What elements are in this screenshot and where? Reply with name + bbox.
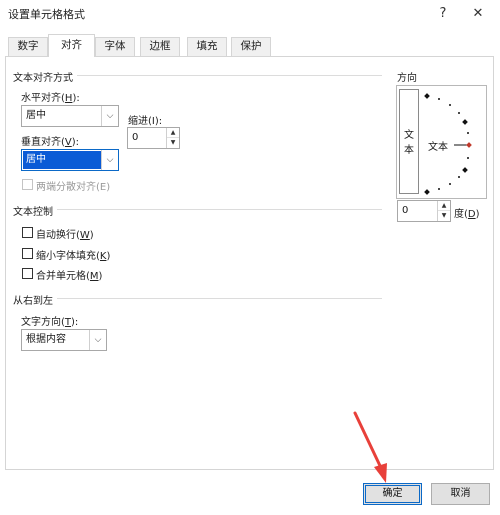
tab-protection[interactable]: 保护	[231, 37, 271, 56]
cancel-button[interactable]: 取消	[431, 483, 490, 505]
indent-spin-buttons: ▲ ▼	[166, 128, 179, 148]
merge-cells-label: 合并单元格(M)	[36, 271, 103, 282]
indent-value: 0	[132, 132, 139, 143]
text-control-title: 文本控制	[13, 207, 53, 218]
tab-fill[interactable]: 填充	[187, 37, 227, 56]
orientation-title: 方向	[397, 73, 417, 84]
dial-dot	[467, 157, 469, 159]
tab-border[interactable]: 边框	[140, 37, 180, 56]
text-direction-select[interactable]: 根据内容 ⌵	[21, 329, 107, 351]
degree-spin-buttons: ▲ ▼	[437, 201, 450, 221]
spin-up-icon[interactable]: ▲	[438, 201, 450, 211]
close-button[interactable]: ✕	[465, 3, 491, 25]
degree-label: 度(D)	[454, 209, 480, 220]
tab-number[interactable]: 数字	[8, 37, 48, 56]
dial-text: 文本	[428, 142, 448, 153]
annotation-arrow	[353, 411, 387, 483]
vertical-text-button[interactable]: 文 本	[399, 89, 419, 194]
title-bar: 设置单元格格式 ? ✕	[0, 0, 500, 28]
text-control-divider	[57, 209, 382, 210]
rtl-divider	[57, 298, 382, 299]
spin-up-icon[interactable]: ▲	[167, 128, 179, 138]
chevron-down-icon[interactable]: ⌵	[101, 106, 118, 126]
orientation-box: 文 本 文本	[396, 85, 487, 199]
dial-dot	[467, 132, 469, 134]
justify-distributed-label: 两端分散对齐(E)	[36, 182, 111, 193]
dial-dot	[438, 98, 440, 100]
degree-value: 0	[402, 205, 409, 216]
indent-label: 缩进(I):	[128, 116, 163, 127]
text-direction-label: 文字方向(T):	[21, 317, 79, 328]
spin-down-icon[interactable]: ▼	[167, 138, 179, 148]
justify-distributed-checkbox[interactable]	[22, 179, 33, 190]
dial-diamond	[462, 119, 468, 125]
rtl-title: 从右到左	[13, 296, 53, 307]
tab-alignment[interactable]: 对齐	[48, 34, 95, 57]
shrink-to-fit-label: 缩小字体填充(K)	[36, 251, 111, 262]
vertical-alignment-select[interactable]: 居中 ⌵	[21, 149, 119, 171]
vertical-text-char: 本	[404, 145, 414, 156]
dial-dot	[438, 188, 440, 190]
dial-diamond-bottom	[424, 189, 430, 195]
wrap-text-label: 自动换行(W)	[36, 230, 94, 241]
text-alignment-title: 文本对齐方式	[13, 73, 73, 84]
text-direction-value: 根据内容	[26, 334, 66, 345]
text-alignment-divider	[77, 75, 382, 76]
merge-cells-checkbox[interactable]	[22, 268, 33, 279]
spin-down-icon[interactable]: ▼	[438, 211, 450, 221]
dial-dot	[458, 176, 460, 178]
dial-dot	[449, 183, 451, 185]
vertical-alignment-label: 垂直对齐(V):	[21, 137, 80, 148]
horizontal-alignment-value: 居中	[26, 110, 46, 121]
dial-dot	[458, 112, 460, 114]
chevron-down-icon[interactable]: ⌵	[101, 150, 118, 170]
wrap-text-checkbox[interactable]	[22, 227, 33, 238]
dial-diamond	[462, 167, 468, 173]
dial-marker	[466, 142, 472, 148]
dial-diamond-top	[424, 93, 430, 99]
tab-font[interactable]: 字体	[95, 37, 135, 56]
dial-dot	[449, 104, 451, 106]
horizontal-alignment-label: 水平对齐(H):	[21, 93, 80, 104]
vertical-alignment-value: 居中	[23, 151, 101, 169]
help-button[interactable]: ?	[430, 3, 456, 25]
vertical-text-char: 文	[404, 130, 414, 141]
indent-stepper[interactable]: 0 ▲ ▼	[127, 127, 180, 149]
window-title: 设置单元格格式	[8, 8, 85, 21]
shrink-to-fit-checkbox[interactable]	[22, 248, 33, 259]
chevron-down-icon[interactable]: ⌵	[89, 330, 106, 350]
degree-stepper[interactable]: 0 ▲ ▼	[397, 200, 451, 222]
horizontal-alignment-select[interactable]: 居中 ⌵	[21, 105, 119, 127]
